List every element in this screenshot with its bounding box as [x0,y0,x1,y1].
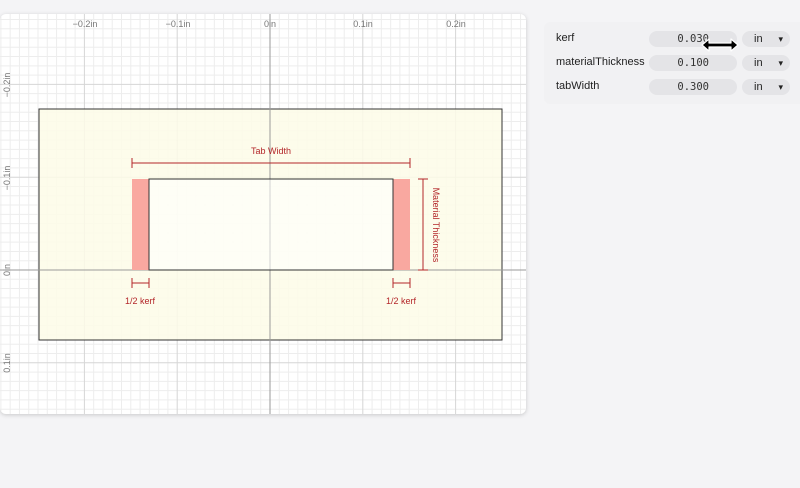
resize-horizontal-cursor-icon [701,38,739,52]
y-tick-label: 0.1in [2,353,12,373]
tab-width-value-input[interactable] [649,79,737,95]
material-thickness-unit-select[interactable]: in ▾ [742,55,790,71]
material-thickness-value-input[interactable] [649,55,737,71]
param-name-label: kerf [556,32,575,44]
x-tick-label: −0.2in [73,19,98,29]
drawing-svg[interactable]: Tab Width Material Thickness 1/2 kerf 1/… [0,14,526,414]
unit-label: in [754,57,763,69]
param-row-material-thickness: materialThickness in ▾ [544,51,800,75]
material-thickness-label: Material Thickness [431,188,441,263]
half-kerf-left-label: 1/2 kerf [125,296,156,306]
unit-label: in [754,81,763,93]
parameters-panel: kerf in ▾ materialThickness in ▾ tabWidt… [544,22,800,104]
drawing-canvas[interactable]: Tab Width Material Thickness 1/2 kerf 1/… [0,14,526,414]
chevron-down-icon: ▾ [778,58,783,68]
tab-slot-outline [148,178,394,271]
param-row-kerf: kerf in ▾ [544,27,800,51]
x-tick-label: 0.1in [353,19,373,29]
chevron-down-icon: ▾ [778,34,783,44]
param-name-label: tabWidth [556,80,600,92]
y-tick-label: −0.1in [2,166,12,191]
half-kerf-right-label: 1/2 kerf [386,296,417,306]
y-tick-label: 0in [2,264,12,276]
x-tick-label: 0.2in [446,19,466,29]
kerf-right-region [393,179,410,270]
kerf-unit-select[interactable]: in ▾ [742,31,790,47]
x-tick-label: −0.1in [166,19,191,29]
param-name-label: materialThickness [556,56,645,68]
chevron-down-icon: ▾ [778,82,783,92]
y-tick-label: −0.2in [2,73,12,98]
x-tick-label: 0in [264,19,276,29]
kerf-left-region [132,179,149,270]
tab-width-label: Tab Width [251,146,291,156]
param-row-tab-width: tabWidth in ▾ [544,75,800,99]
tab-width-unit-select[interactable]: in ▾ [742,79,790,95]
unit-label: in [754,33,763,45]
